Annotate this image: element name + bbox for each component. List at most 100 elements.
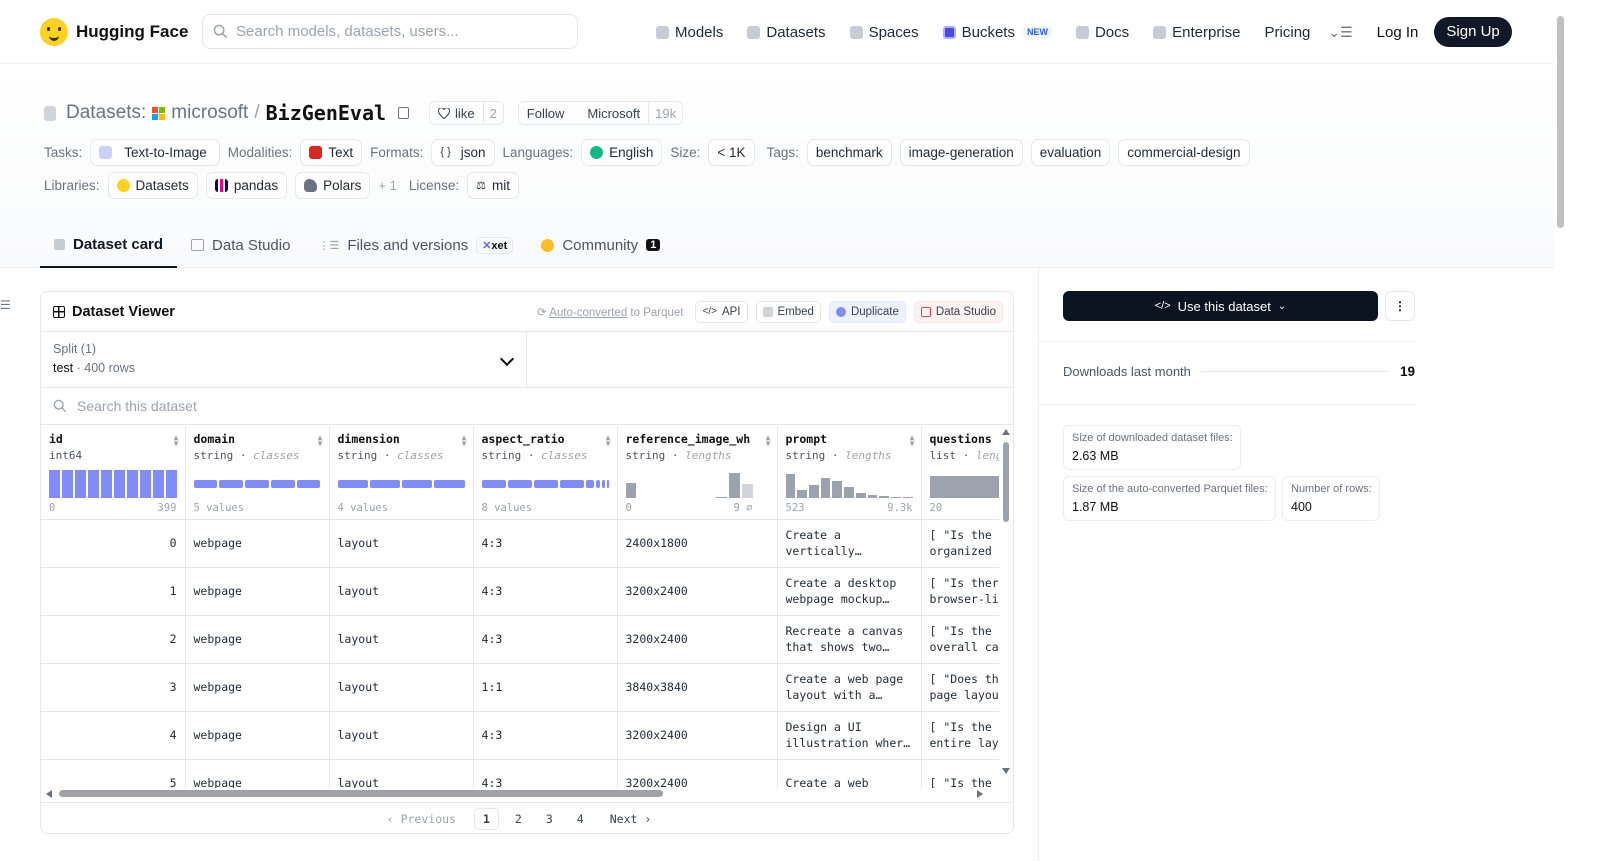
- table-row[interactable]: 0 webpage layout 4:3 2400x1800 Create a …: [41, 519, 999, 568]
- size-tag[interactable]: < 1K: [708, 138, 755, 166]
- page-3-button[interactable]: 3: [538, 809, 561, 829]
- cell-reference-wh: 3200x2400: [617, 567, 778, 616]
- column-header-dimension[interactable]: dimension string · classes ▲ ▼ 4 values: [329, 426, 474, 520]
- embed-button[interactable]: Embed: [755, 300, 821, 323]
- table-row[interactable]: 4 webpage layout 4:3 3200x2400 Design a …: [41, 711, 999, 760]
- sort-icon[interactable]: ▲ ▼: [318, 434, 323, 448]
- column-header-id[interactable]: id int64 ▲ ▼ 0 399: [41, 426, 186, 520]
- license-tag[interactable]: ⚖ mit: [467, 171, 519, 199]
- tag-image-generation[interactable]: image-generation: [899, 138, 1023, 166]
- repo-name[interactable]: BizGenEval: [266, 101, 386, 125]
- class-segment: [596, 480, 601, 488]
- nav-enterprise[interactable]: Enterprise: [1153, 24, 1241, 41]
- libraries-more[interactable]: + 1: [378, 178, 396, 193]
- nav-pricing[interactable]: Pricing: [1265, 24, 1311, 41]
- tab-community[interactable]: Community 1: [527, 222, 674, 268]
- use-this-dataset-button[interactable]: </> Use this dataset ⌄: [1063, 291, 1378, 321]
- like-label: like: [455, 105, 475, 121]
- reference-wh-histogram: [625, 470, 753, 498]
- copy-icon[interactable]: [398, 107, 410, 119]
- scroll-thumb[interactable]: [1003, 442, 1009, 522]
- scroll-up-icon[interactable]: [1002, 429, 1010, 435]
- column-header-domain[interactable]: domain string · classes ▲ ▼ 5 values: [185, 426, 330, 520]
- column-type-text: int64: [49, 449, 83, 462]
- nav-buckets[interactable]: Buckets NEW: [942, 24, 1052, 41]
- sort-icon[interactable]: ▲ ▼: [766, 434, 771, 448]
- nav-docs[interactable]: Docs: [1075, 24, 1129, 41]
- scroll-left-icon[interactable]: [46, 790, 52, 798]
- page-1-button[interactable]: 1: [473, 807, 499, 830]
- next-page-button[interactable]: Next ›: [600, 812, 662, 826]
- table-row[interactable]: 5 webpage layout 4:3 3200x2400 Create a …: [41, 759, 999, 788]
- auto-converted-link[interactable]: Auto-converted: [549, 307, 627, 319]
- enterprise-icon: [1153, 25, 1167, 39]
- nav-spaces[interactable]: Spaces: [849, 24, 919, 41]
- language-tag[interactable]: English: [581, 138, 663, 166]
- table-row[interactable]: 1 webpage layout 4:3 3200x2400 Create a …: [41, 567, 999, 616]
- page-2-button[interactable]: 2: [507, 809, 530, 829]
- page-4-button[interactable]: 4: [569, 809, 592, 829]
- column-header-prompt[interactable]: prompt string · lengths ▲ ▼ 523 9.3k: [777, 426, 922, 520]
- class-segment: [606, 480, 609, 488]
- dataset-search-input[interactable]: [77, 398, 477, 414]
- org-link[interactable]: microsoft: [171, 102, 248, 124]
- follow-button[interactable]: Follow Microsoft 19k: [517, 101, 684, 125]
- table-vertical-scrollbar[interactable]: [999, 426, 1013, 788]
- table-row[interactable]: 3 webpage layout 1:1 3840x3840 Create a …: [41, 663, 999, 712]
- scroll-down-icon[interactable]: [1002, 768, 1010, 774]
- table-row[interactable]: 2 webpage layout 4:3 3200x2400 Recreate …: [41, 615, 999, 664]
- sort-icon[interactable]: ▲ ▼: [174, 434, 179, 448]
- split-selector[interactable]: Split (1) test · 400 rows: [41, 332, 527, 387]
- scroll-thumb[interactable]: [59, 790, 663, 797]
- library-polars[interactable]: Polars: [295, 171, 371, 199]
- modality-tag[interactable]: Text: [300, 138, 363, 166]
- task-tag[interactable]: Text-to-Image: [90, 138, 220, 166]
- tab-community-label: Community: [562, 236, 639, 254]
- menu-more-icon[interactable]: ⌄☰: [1328, 24, 1352, 41]
- tag-benchmark[interactable]: benchmark: [806, 138, 892, 166]
- tab-data-studio[interactable]: Data Studio: [177, 222, 304, 268]
- data-studio-button[interactable]: Data Studio: [913, 300, 1003, 323]
- data-table-wrap: id int64 ▲ ▼ 0 399 domain string · classes…: [41, 426, 999, 788]
- column-header-reference-image-wh[interactable]: reference_image_wh string · lengths ▲ ▼ 0…: [617, 426, 778, 520]
- tab-files-and-versions[interactable]: ⋮☰ Files and versions ✕xet: [304, 222, 527, 268]
- page-scrollbar[interactable]: [1554, 0, 1568, 861]
- cell-prompt-text: Create a web: [785, 776, 869, 788]
- scroll-right-icon[interactable]: [977, 790, 983, 798]
- histogram-bar: [855, 492, 866, 498]
- like-button[interactable]: like 2: [429, 101, 504, 125]
- sort-icon[interactable]: ▲ ▼: [606, 434, 611, 448]
- global-search-input[interactable]: [236, 23, 556, 40]
- tab-dataset-card[interactable]: Dataset card: [40, 222, 178, 268]
- sort-icon[interactable]: ▲ ▼: [910, 434, 915, 448]
- sort-icon[interactable]: ▲ ▼: [462, 434, 467, 448]
- library-pandas[interactable]: pandas: [205, 171, 288, 199]
- column-name: id: [49, 432, 63, 446]
- domain-class-bar: [193, 470, 321, 498]
- cell-prompt-text: Create a desktop webpage mockup…: [785, 576, 897, 606]
- table-horizontal-scrollbar[interactable]: [41, 788, 999, 800]
- column-header-questions[interactable]: questions list · lengths 20: [921, 426, 999, 520]
- brand-logo[interactable]: Hugging Face: [40, 17, 188, 46]
- duplicate-button[interactable]: Duplicate: [828, 300, 906, 323]
- follow-label: Follow: [526, 105, 565, 121]
- global-search[interactable]: [202, 14, 578, 49]
- api-button[interactable]: </> API: [695, 300, 748, 323]
- library-datasets[interactable]: Datasets: [107, 171, 198, 199]
- dataset-search[interactable]: [41, 388, 1013, 425]
- cell-prompt-text: Create a vertically…: [785, 528, 862, 558]
- login-link[interactable]: Log In: [1377, 24, 1419, 41]
- more-options-icon[interactable]: ⋮: [1385, 291, 1415, 321]
- nav-models[interactable]: Models: [656, 24, 723, 41]
- column-header-aspect-ratio[interactable]: aspect_ratio string · classes ▲ ▼ 8 value…: [473, 426, 618, 520]
- signup-button[interactable]: Sign Up: [1434, 17, 1512, 47]
- format-tag[interactable]: { } json: [431, 138, 495, 166]
- table-header-row: id int64 ▲ ▼ 0 399 domain string · classes…: [41, 426, 999, 520]
- section-label[interactable]: Datasets:: [66, 102, 146, 124]
- sidebar-toggle-icon[interactable]: ☰: [0, 298, 11, 312]
- tag-commercial-design[interactable]: commercial-design: [1118, 138, 1250, 166]
- scroll-thumb[interactable]: [1557, 16, 1564, 228]
- previous-page-button[interactable]: ‹ Previous: [377, 812, 466, 826]
- tag-evaluation[interactable]: evaluation: [1030, 138, 1111, 166]
- nav-datasets[interactable]: Datasets: [747, 24, 826, 41]
